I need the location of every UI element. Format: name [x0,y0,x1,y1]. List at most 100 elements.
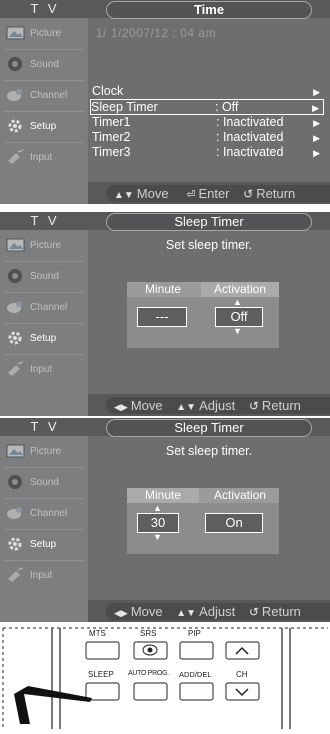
up-arrow-icon: ▲ [233,297,242,307]
left-right-arrow-icon: ◀▶ [114,402,128,412]
channel-icon [7,301,22,313]
sidebar-item-sound[interactable]: Sound [0,51,88,79]
sidebar: Picture Sound Channel Setup Input [0,230,88,416]
sidebar-label: Sound [30,477,59,488]
enter-icon: ⏎ [186,189,196,201]
picture-icon [6,238,25,252]
mts-label: MTS [89,629,106,638]
picture-icon [6,444,25,458]
tv-label: T V [30,419,60,434]
auto-prog-button[interactable] [133,682,168,701]
channel-icon [7,507,22,519]
menu-item-label: Sleep Timer [91,100,158,114]
pointer-arrow-icon [14,686,92,724]
sidebar-item-picture[interactable]: Picture [0,438,88,466]
mts-button[interactable] [85,641,120,660]
arrow-right-icon: ▶ [313,87,320,97]
sidebar-item-picture[interactable]: Picture [0,232,88,260]
time-content: 1/ 1/2007/12 : 04 am Clock ▶ Sleep Timer… [88,18,330,182]
menu-item-timer2[interactable]: Timer2 : Inactivated ▶ [92,130,324,144]
sound-icon [8,269,22,283]
sidebar-item-setup[interactable]: Setup [0,531,88,559]
menu-item-label: Timer1 [92,115,131,129]
auto-prog-label: AUTO PROG. [128,670,169,677]
remote-illustration: MTS SRS PIP SLEEP AUTO PROG. ADD/DEL CH [0,624,330,729]
sidebar-item-input[interactable]: Input [0,144,88,172]
footer-bar: ◀▶ Move ▲▼ Adjust ↺ Return [88,600,330,622]
up-down-arrow-icon: ▲▼ [176,608,197,619]
enter-hint: Enter [198,186,230,201]
add-del-button[interactable] [179,682,214,701]
return-hint: Return [261,604,301,619]
sidebar-item-setup[interactable]: Setup [0,325,88,353]
footer-bar: ◀▶ Move ▲▼ Adjust ↺ Return [88,394,330,416]
sound-icon [8,57,22,71]
sleep-label: SLEEP [88,670,114,679]
input-plug-icon [8,361,24,376]
sidebar-label: Input [30,570,53,581]
adjust-hint: Adjust [199,398,236,413]
minute-field[interactable]: 30 [137,513,179,533]
sidebar-item-channel[interactable]: Channel [0,500,88,528]
pip-button[interactable] [179,641,214,660]
box-header: Minute Activation [127,488,279,503]
sleep-timer-prompt: Set sleep timer. [165,444,253,458]
sidebar-item-setup[interactable]: Setup [0,113,88,141]
sleep-timer-screen-on: T V Sleep Timer Picture Sound Channel Se… [0,418,330,622]
sidebar-label: Sound [30,271,59,282]
adjust-hint: Adjust [199,604,236,619]
current-datetime: 1/ 1/2007/12 : 04 am [96,26,217,40]
footer-bar: ▲▼ Move ⏎ Enter ↺ Return [88,182,330,204]
left-right-arrow-icon: ◀▶ [114,608,128,618]
time-menu-screen: T V Time Picture Sound Channel Setup Inp… [0,0,330,204]
sidebar: Picture Sound Channel Setup Input [0,436,88,622]
sidebar-item-input[interactable]: Input [0,356,88,384]
menu-item-value: : Inactivated [216,145,284,159]
return-hint: Return [256,186,296,201]
ch-up-button[interactable] [225,641,260,660]
minute-field[interactable]: --- [137,307,187,327]
menu-item-sleep-timer[interactable]: Sleep Timer : Off ▶ [90,99,324,115]
arrow-right-icon: ▶ [313,133,320,143]
sound-icon [8,475,22,489]
add-del-label: ADD/DEL [179,670,212,679]
menu-item-timer1[interactable]: Timer1 : Inactivated ▶ [92,115,324,129]
down-arrow-icon: ▼ [233,326,242,336]
up-arrow-icon: ▲ [153,503,162,513]
sidebar-item-channel[interactable]: Channel [0,82,88,110]
return-icon: ↺ [243,187,254,201]
menu-item-timer3[interactable]: Timer3 : Inactivated ▶ [92,145,324,159]
menu-title: Sleep Timer [106,419,312,437]
ch-down-button[interactable] [225,682,260,701]
menu-item-clock[interactable]: Clock ▶ [92,84,324,98]
sleep-timer-content: Set sleep timer. Minute Activation --- ▲… [88,230,330,394]
menu-item-value: : Inactivated [216,115,284,129]
menu-item-label: Timer3 [92,145,131,159]
return-hint: Return [261,398,301,413]
activation-field[interactable]: Off [215,307,263,327]
move-hint: Move [130,398,163,413]
input-plug-icon [8,149,24,164]
header-bar: T V Sleep Timer [0,212,330,231]
minute-header: Minute [144,282,182,296]
sidebar-item-sound[interactable]: Sound [0,469,88,497]
tv-label: T V [30,213,60,228]
tv-label: T V [30,1,60,16]
activation-field[interactable]: On [205,513,263,533]
sidebar-item-sound[interactable]: Sound [0,263,88,291]
header-bar: T V Time [0,0,330,19]
setup-gear-icon [8,331,22,345]
sidebar-label: Channel [30,508,68,519]
ch-label: CH [236,670,248,679]
sidebar-item-picture[interactable]: Picture [0,20,88,48]
menu-item-label: Timer2 [92,130,131,144]
up-down-arrow-icon: ▲▼ [114,190,134,201]
sidebar-item-channel[interactable]: Channel [0,294,88,322]
setup-gear-icon [8,537,22,551]
return-icon: ↺ [248,605,259,619]
channel-icon [7,89,22,101]
sidebar-item-input[interactable]: Input [0,562,88,590]
arrow-right-icon: ▶ [313,148,320,158]
menu-item-label: Clock [92,84,124,98]
sleep-button[interactable] [85,682,120,701]
